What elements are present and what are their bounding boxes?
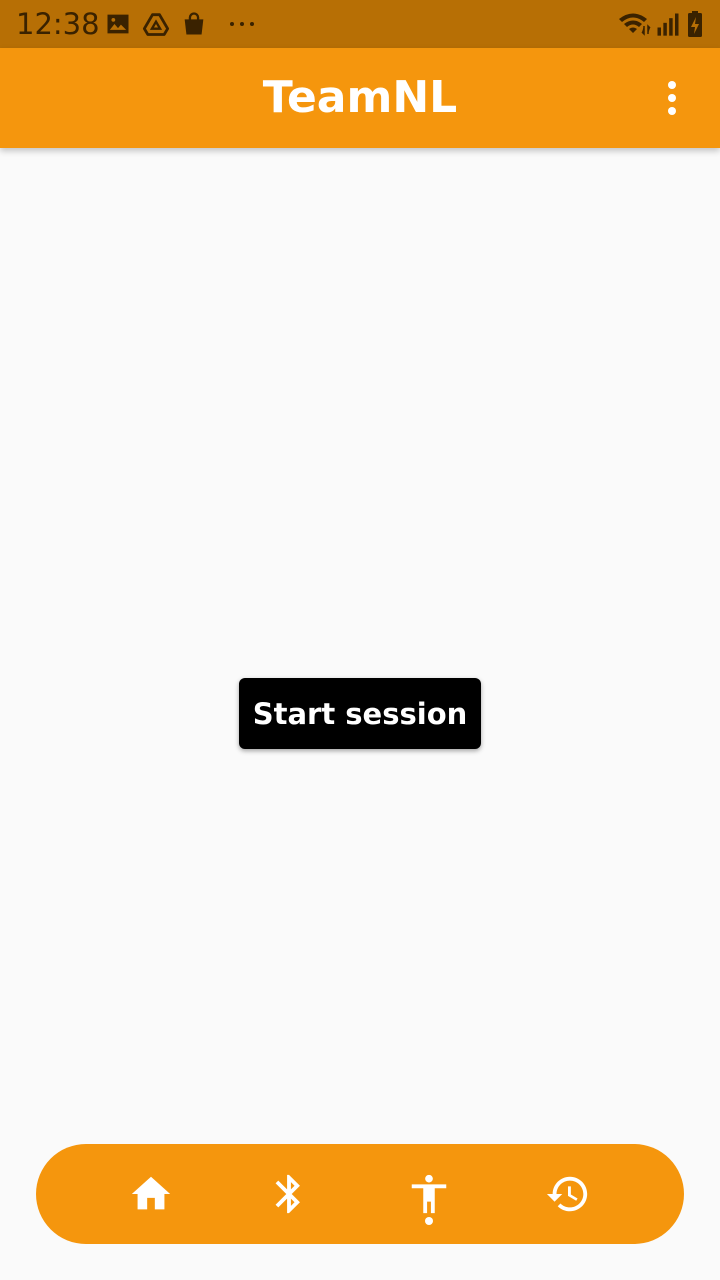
nav-item-accessibility[interactable] [379,1144,479,1244]
more-vert-icon-dot [668,107,676,115]
app-title: TeamNL [262,72,458,123]
app-bar: TeamNL [0,48,720,148]
status-time: 12:38 [16,7,100,41]
more-options-button[interactable] [648,78,696,118]
shopping-bag-icon [180,10,208,38]
nav-item-history[interactable] [518,1144,618,1244]
nav-item-bluetooth[interactable] [239,1144,339,1244]
main-content: Start session [0,148,720,1280]
wifi-icon [618,10,652,38]
more-vert-icon-dot [668,94,676,102]
history-icon [546,1176,588,1212]
accessibility-icon [411,1174,447,1214]
bottom-navigation [36,1144,684,1244]
start-session-button[interactable]: Start session [239,678,481,749]
status-bar: 12:38 [0,0,720,48]
more-notifications-icon [228,10,256,38]
nav-item-home[interactable] [101,1144,201,1244]
more-vert-icon [668,81,676,89]
drive-icon [142,10,170,38]
bluetooth-icon [275,1174,300,1214]
home-icon [131,1176,171,1210]
battery-charging-icon [684,10,706,38]
gallery-icon [104,10,132,38]
signal-icon [654,10,682,38]
selected-indicator [425,1217,433,1225]
